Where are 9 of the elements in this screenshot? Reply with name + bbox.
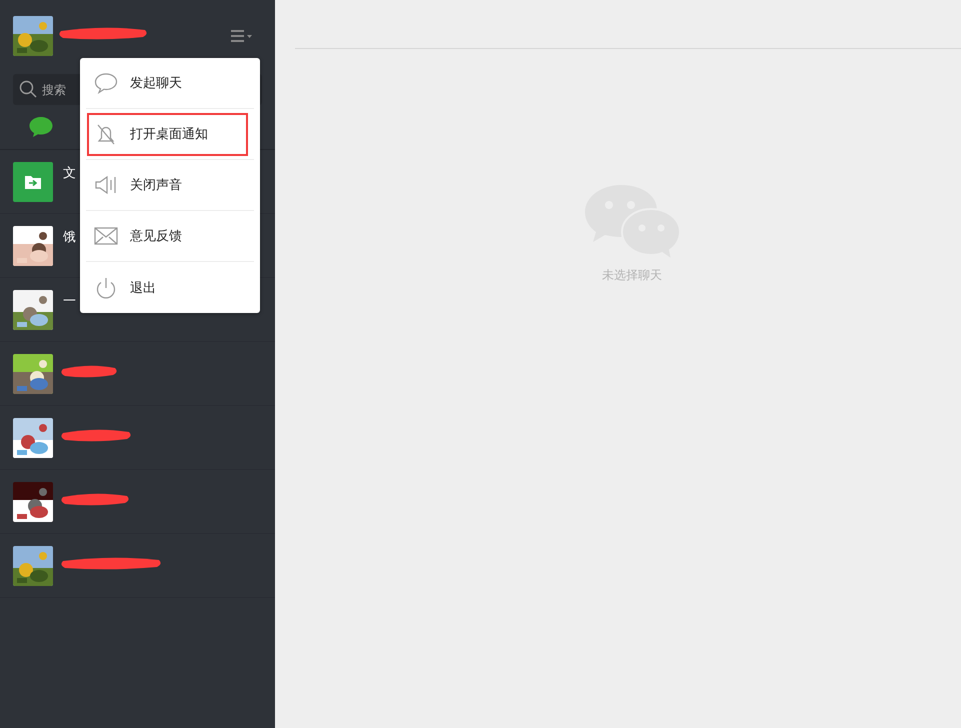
menu-item-label: 关闭声音: [130, 177, 182, 194]
empty-state-text: 未选择聊天: [602, 267, 662, 284]
menu-item-label: 退出: [130, 280, 156, 296]
chat-name: 饿: [63, 229, 76, 246]
menu-item-label: 打开桌面通知: [130, 126, 208, 143]
chat-name: 文: [63, 165, 76, 182]
chat-name: 一: [63, 293, 76, 310]
menu-item-label: 意见反馈: [130, 228, 182, 245]
menu-item-label: 发起聊天: [130, 75, 182, 92]
